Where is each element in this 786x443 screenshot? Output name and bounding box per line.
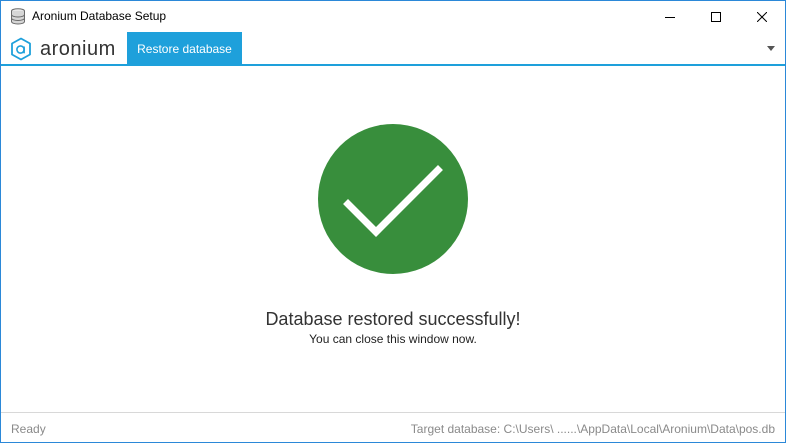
maximize-button[interactable] [693,1,739,32]
status-bar: Ready Target database: C:\Users\ ......\… [1,412,785,442]
window-title: Aronium Database Setup [32,9,167,23]
main-content: Database restored successfully! You can … [1,67,785,412]
app-window: Aronium Database Setup aronium Restore d… [0,0,786,443]
success-title: Database restored successfully! [265,309,521,329]
minimize-button[interactable] [647,1,693,32]
aronium-logo: aronium [10,37,116,61]
close-icon [757,11,767,22]
app-header: aronium Restore database [1,32,785,66]
success-subtitle: You can close this window now. [309,332,477,346]
minimize-icon [665,16,675,18]
close-button[interactable] [739,1,785,32]
maximize-icon [711,11,721,22]
checkmark-icon [343,165,443,237]
status-ready: Ready [11,422,46,436]
success-badge [318,124,468,274]
tab-restore-database[interactable]: Restore database [127,32,242,66]
database-icon [11,8,25,25]
status-target-database: Target database: C:\Users\ ......\AppDat… [410,422,775,436]
logo-text: aronium [40,37,116,60]
chevron-down-icon[interactable] [767,46,775,51]
title-bar[interactable]: Aronium Database Setup [1,1,785,32]
aronium-hexagon-icon [11,37,31,61]
